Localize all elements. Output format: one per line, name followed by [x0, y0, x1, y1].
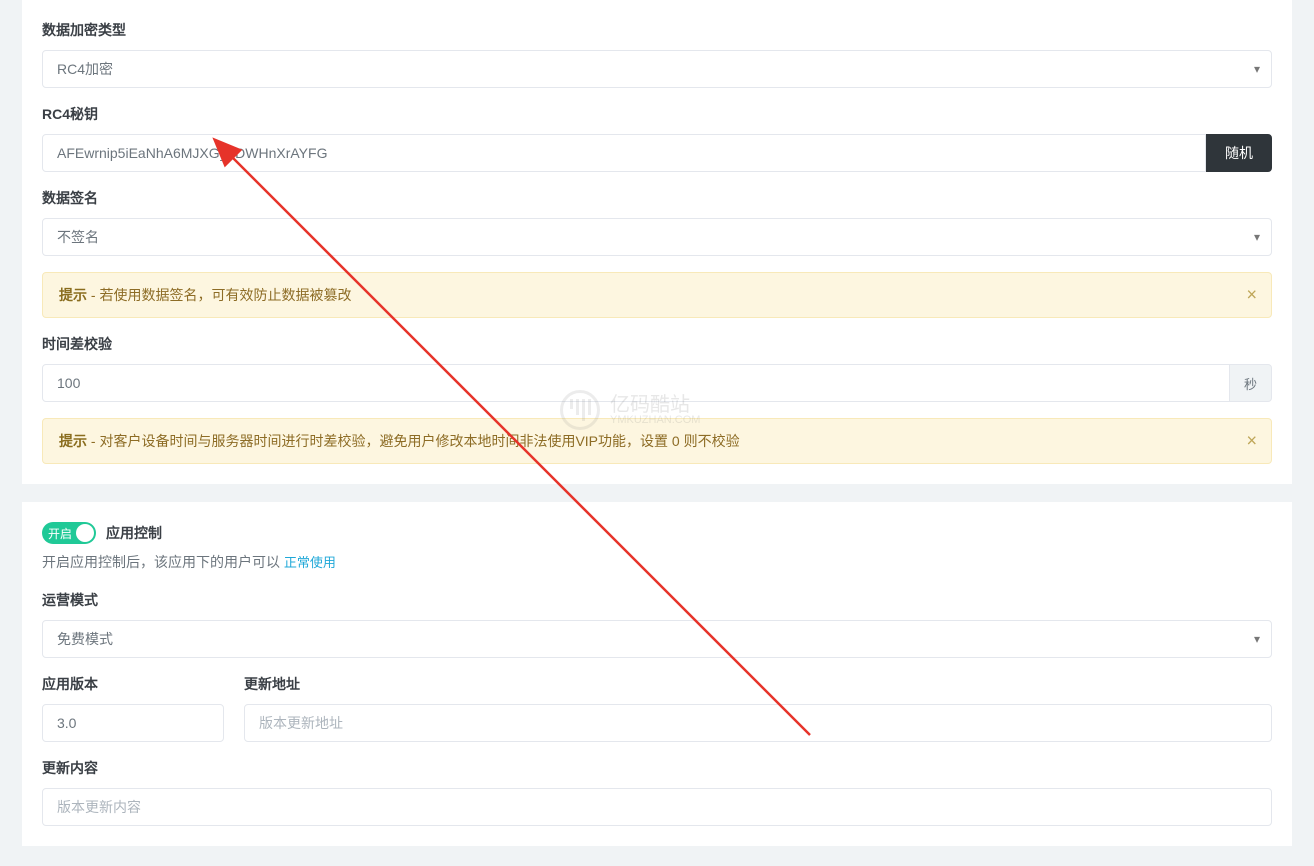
- rc4-key-input[interactable]: [42, 134, 1206, 172]
- app-control-desc: 开启应用控制后，该应用下的用户可以 正常使用: [42, 552, 1272, 572]
- normal-use-link[interactable]: 正常使用: [284, 555, 336, 570]
- update-content-input[interactable]: [42, 788, 1272, 826]
- sign-alert: 提示 - 若使用数据签名，可有效防止数据被篡改 ×: [42, 272, 1272, 318]
- encrypt-type-select[interactable]: RC4加密: [42, 50, 1272, 88]
- encrypt-type-label: 数据加密类型: [42, 20, 1272, 40]
- mode-select[interactable]: 免费模式: [42, 620, 1272, 658]
- sign-label: 数据签名: [42, 188, 1272, 208]
- update-content-label: 更新内容: [42, 758, 1272, 778]
- time-alert: 提示 - 对客户设备时间与服务器时间进行时差校验，避免用户修改本地时间非法使用V…: [42, 418, 1272, 464]
- random-button[interactable]: 随机: [1206, 134, 1272, 172]
- app-control-title: 应用控制: [106, 523, 162, 543]
- app-control-toggle[interactable]: 开启: [42, 522, 96, 544]
- version-input[interactable]: [42, 704, 224, 742]
- close-icon[interactable]: ×: [1246, 431, 1257, 452]
- mode-label: 运营模式: [42, 590, 1272, 610]
- update-url-input[interactable]: [244, 704, 1272, 742]
- time-unit-addon: 秒: [1230, 364, 1272, 402]
- update-url-label: 更新地址: [244, 674, 1272, 694]
- sign-select[interactable]: 不签名: [42, 218, 1272, 256]
- rc4-key-label: RC4秘钥: [42, 104, 1272, 124]
- time-diff-input[interactable]: [42, 364, 1230, 402]
- version-label: 应用版本: [42, 674, 224, 694]
- close-icon[interactable]: ×: [1246, 285, 1257, 306]
- time-diff-label: 时间差校验: [42, 334, 1272, 354]
